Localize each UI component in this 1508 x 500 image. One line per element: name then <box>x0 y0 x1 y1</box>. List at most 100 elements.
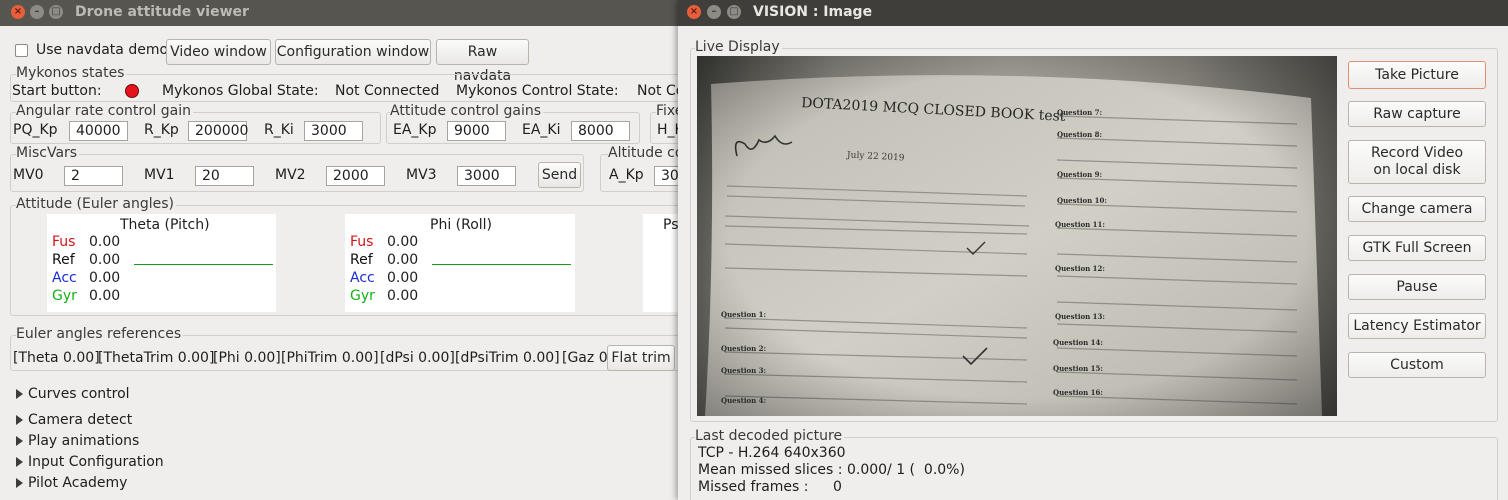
attitude-euler-label: Attitude (Euler angles) <box>16 196 176 212</box>
send-button[interactable]: Send <box>538 162 581 188</box>
r-ki-label: R_Ki <box>264 122 294 138</box>
close-button[interactable]: × <box>11 5 25 19</box>
missed-slices-text: Mean missed slices : 0.000/ 1 ( 0.0%) <box>698 462 965 478</box>
expander-label: Input Configuration <box>28 454 164 470</box>
theta-title: Theta (Pitch) <box>120 217 210 233</box>
maximize-button[interactable]: □ <box>727 5 741 19</box>
right-titlebar: × – □ VISION : Image <box>678 0 1508 26</box>
raw-capture-button[interactable]: Raw capture <box>1348 101 1486 127</box>
r-kp-label: R_Kp <box>144 122 179 138</box>
fixed-label: Fixe <box>656 103 678 119</box>
altitude-label: Altitude co <box>608 145 678 161</box>
phi-acc-label: Acc <box>350 270 375 286</box>
dpsi-trim-text: [dPsiTrim 0.00] <box>455 350 560 366</box>
missed-frames-value: 0 <box>833 479 842 495</box>
paper-q15: Question 15: <box>1053 364 1103 373</box>
mv2-label: MV2 <box>275 167 306 183</box>
phi-horizon-line <box>432 264 571 265</box>
configuration-window-button[interactable]: Configuration window <box>275 39 431 65</box>
gtk-full-screen-button[interactable]: GTK Full Screen <box>1348 235 1486 261</box>
global-state-label: Mykonos Global State: <box>162 83 319 99</box>
theta-ref-label: Ref <box>52 252 75 268</box>
paper-q12: Question 12: <box>1055 264 1105 273</box>
pq-kp-field[interactable]: 40000 <box>69 121 128 141</box>
phi-gyr-label: Gyr <box>350 288 375 304</box>
mv3-field[interactable]: 3000 <box>457 166 516 186</box>
theta-acc-label: Acc <box>52 270 77 286</box>
control-state-label: Mykonos Control State: <box>456 83 619 99</box>
theta-fus-value: 0.00 <box>89 234 121 250</box>
latency-estimator-button[interactable]: Latency Estimator <box>1348 313 1486 339</box>
paper-q10: Question 10: <box>1057 196 1107 205</box>
window-title: VISION : Image <box>753 4 873 20</box>
window-title: Drone attitude viewer <box>75 4 249 20</box>
pause-button[interactable]: Pause <box>1348 274 1486 300</box>
custom-button[interactable]: Custom <box>1348 352 1486 378</box>
a-kp-label: A_Kp <box>609 167 644 183</box>
theta-acc-value: 0.00 <box>89 270 121 286</box>
phi-panel: Phi (Roll) Fus 0.00 Ref 0.00 Acc 0.00 Gy… <box>345 214 575 312</box>
phi-fus-value: 0.00 <box>387 234 419 250</box>
mv1-label: MV1 <box>144 167 175 183</box>
a-kp-field[interactable]: 300 <box>654 166 678 186</box>
expander-arrow-icon <box>16 457 23 467</box>
paper-q1: Question 1: <box>721 310 767 319</box>
attitude-gains-label: Attitude control gains <box>390 103 544 119</box>
flat-trim-button[interactable]: Flat trim <box>607 345 675 371</box>
use-navdata-demo-label[interactable]: Use navdata demo <box>36 42 168 58</box>
psi-title: Ps <box>663 217 678 233</box>
left-titlebar: × – □ Drone attitude viewer <box>0 0 678 26</box>
mv2-field[interactable]: 2000 <box>326 166 385 186</box>
ea-kp-field[interactable]: 9000 <box>447 121 506 141</box>
expander-label: Camera detect <box>28 412 133 428</box>
theta-gyr-label: Gyr <box>52 288 77 304</box>
phi-trim-text: [PhiTrim 0.00] <box>281 350 379 366</box>
phi-title: Phi (Roll) <box>430 217 493 233</box>
mv0-field[interactable]: 2 <box>64 166 123 186</box>
paper-q13: Question 13: <box>1055 312 1105 321</box>
change-camera-button[interactable]: Change camera <box>1348 196 1486 222</box>
close-button[interactable]: × <box>687 5 701 19</box>
expander-arrow-icon <box>16 478 23 488</box>
paper-q7: Question 7: <box>1057 108 1103 117</box>
take-picture-button[interactable]: Take Picture <box>1348 61 1486 89</box>
mv0-label: MV0 <box>13 167 44 183</box>
ea-ki-field[interactable]: 8000 <box>571 121 630 141</box>
theta-trim-text: [ThetaTrim 0.00] <box>98 350 215 366</box>
mv3-label: MV3 <box>406 167 437 183</box>
use-navdata-demo-checkbox[interactable] <box>15 44 28 57</box>
mv1-field[interactable]: 20 <box>195 166 254 186</box>
expander-arrow-icon <box>16 389 23 399</box>
global-state-value: Not Connected <box>335 83 440 99</box>
phi-ref-value: 0.00 <box>387 252 419 268</box>
r-kp-field[interactable]: 200000 <box>188 121 248 141</box>
euler-refs-label: Euler angles references <box>16 326 184 342</box>
phi-ref-text: [Phi 0.00] <box>213 350 281 366</box>
theta-ref-value: 0.00 <box>89 252 121 268</box>
theta-ref-text: [Theta 0.00] <box>13 350 100 366</box>
missed-frames-label: Missed frames : <box>698 479 809 495</box>
r-ki-field[interactable]: 3000 <box>304 121 363 141</box>
expander-label: Pilot Academy <box>28 475 128 491</box>
gaz-ref-text: [Gaz 0] <box>562 350 614 366</box>
start-status-indicator[interactable] <box>125 84 139 98</box>
last-decoded-label: Last decoded picture <box>695 428 845 444</box>
phi-acc-value: 0.00 <box>387 270 419 286</box>
record-video-button[interactable]: Record Video on local disk <box>1348 140 1486 184</box>
minimize-button[interactable]: – <box>707 5 721 19</box>
minimize-button[interactable]: – <box>30 5 44 19</box>
video-window-button[interactable]: Video window <box>166 39 271 65</box>
psi-panel: Ps <box>643 214 678 312</box>
paper-q16: Question 16: <box>1053 388 1103 397</box>
expander-label: Play animations <box>28 433 140 449</box>
maximize-button[interactable]: □ <box>49 5 63 19</box>
camera-feed[interactable]: DOTA2019 MCQ CLOSED BOOK test July 22 20… <box>697 56 1337 416</box>
theta-fus-label: Fus <box>52 234 76 250</box>
expander-arrow-icon <box>16 436 23 446</box>
raw-navdata-button[interactable]: Raw navdata <box>436 39 529 84</box>
drone-attitude-window: × – □ Drone attitude viewer Use navdata … <box>0 0 678 500</box>
record-video-label: Record Video on local disk <box>1370 145 1464 178</box>
h-k-label: H_K <box>657 122 678 138</box>
paper-q11: Question 11: <box>1055 220 1105 229</box>
ea-kp-label: EA_Kp <box>393 122 437 138</box>
